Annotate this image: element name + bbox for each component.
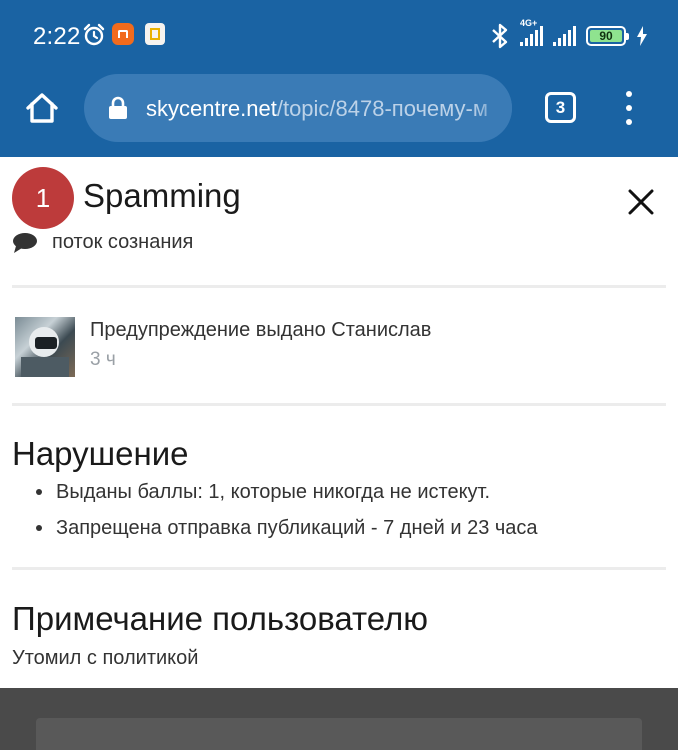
network-type-label: 4G+ — [520, 18, 538, 28]
divider — [12, 285, 666, 288]
status-bar: 2:22 4G+ 90 — [0, 0, 678, 72]
list-item: Запрещена отправка публикаций - 7 дней и… — [36, 515, 538, 551]
url-host: skycentre.net — [146, 96, 277, 121]
browser-chrome: 2:22 4G+ 90 skycentre.net/topic/8478-поч… — [0, 0, 678, 157]
tab-switcher-button[interactable]: 3 — [545, 92, 576, 123]
avatar[interactable] — [15, 317, 75, 377]
url-path: /topic/8478-почему-м — [276, 96, 488, 121]
dimmed-page-overlay[interactable] — [0, 688, 678, 750]
notification-title: Spamming — [83, 177, 241, 214]
url-text[interactable]: skycentre.net/topic/8478-почему-м — [146, 96, 488, 122]
violation-heading: Нарушение — [12, 435, 189, 472]
warning-issued-text: Предупреждение выдано Станислав — [90, 319, 432, 341]
background-card — [36, 718, 642, 750]
violation-list: Выданы баллы: 1, которые никогда не исте… — [36, 479, 538, 551]
user-note-heading: Примечание пользователю — [12, 600, 429, 637]
signal-4g-icon: 4G+ — [520, 18, 543, 46]
chat-bubble-icon — [13, 232, 37, 253]
divider — [12, 403, 666, 406]
charging-icon — [637, 26, 647, 46]
alarm-icon — [83, 23, 105, 46]
url-fade — [472, 74, 512, 142]
user-note-text: Утомил с политикой — [12, 647, 199, 669]
home-icon[interactable] — [22, 88, 62, 128]
battery-icon: 90 — [586, 26, 629, 46]
overflow-menu-button[interactable] — [620, 91, 638, 125]
signal-icon — [553, 26, 576, 46]
warning-timestamp: 3 ч — [90, 349, 116, 370]
stream-label: поток сознания — [52, 231, 194, 253]
sim-toolkit-icon — [145, 23, 165, 45]
address-bar[interactable]: skycentre.net/topic/8478-почему-м — [84, 74, 512, 142]
list-item: Выданы баллы: 1, которые никогда не исте… — [36, 479, 538, 515]
divider — [12, 567, 666, 570]
bluetooth-icon — [492, 23, 508, 49]
lock-icon — [109, 96, 127, 119]
browser-toolbar: skycentre.net/topic/8478-почему-м 3 — [0, 72, 678, 157]
status-time: 2:22 — [33, 23, 81, 50]
stream-link[interactable]: поток сознания — [12, 231, 193, 254]
close-icon[interactable] — [624, 185, 658, 219]
battery-level: 90 — [590, 29, 622, 43]
notification-count-badge: 1 — [12, 167, 74, 229]
warning-notification: 1 Spamming поток сознания Предупреждение… — [0, 157, 678, 688]
mi-app-icon — [112, 23, 134, 45]
status-right-icons: 4G+ 90 — [490, 18, 648, 50]
